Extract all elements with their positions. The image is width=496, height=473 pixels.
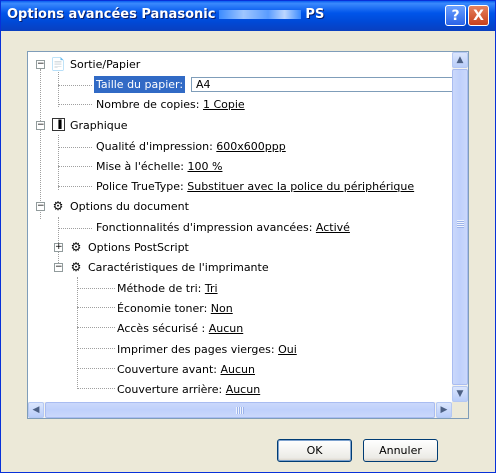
tree-node-sortie-papier[interactable]: − 📄 Sortie/Papier — [28, 56, 448, 73]
node-label: Caractéristiques de l'imprimante — [88, 261, 269, 274]
collapse-icon[interactable]: − — [36, 202, 45, 211]
item-label: Couverture avant: Aucun — [117, 363, 256, 376]
options-tree[interactable]: − 📄 Sortie/Papier Taille du papier: A4 N… — [28, 52, 452, 402]
item-label: Mise à l'échelle: 100 % — [96, 160, 223, 173]
advanced-features-value-link[interactable]: Activé — [316, 221, 350, 234]
tree-node-caracteristiques[interactable]: − ⚙ Caractéristiques de l'imprimante — [28, 259, 448, 276]
horizontal-scroll-thumb[interactable] — [45, 402, 435, 418]
item-label: Nombre de copies: 1 Copie — [96, 98, 245, 111]
cancel-button[interactable]: Annuler — [363, 439, 438, 462]
node-label: Sortie/Papier — [70, 58, 141, 71]
item-label: Police TrueType: Substituer avec la poli… — [96, 180, 415, 193]
expand-icon[interactable]: + — [54, 243, 63, 252]
scale-value-link[interactable]: 100 % — [188, 160, 223, 173]
item-label: Fonctionnalités d'impression avancées: A… — [96, 221, 350, 234]
scroll-up-icon[interactable]: ▲ — [452, 52, 468, 68]
help-button[interactable]: ? — [445, 5, 466, 26]
scroll-right-icon[interactable]: ▶ — [436, 402, 452, 418]
options-tree-panel: − 📄 Sortie/Papier Taille du papier: A4 N… — [27, 51, 469, 419]
document-options-icon: ⚙ — [52, 199, 64, 213]
item-label: Qualité d'impression: 600x600ppp — [96, 140, 286, 153]
secure-access-value-link[interactable]: Aucun — [209, 322, 244, 335]
scroll-down-icon[interactable]: ▼ — [452, 386, 468, 402]
collate-value-link[interactable]: Tri — [205, 282, 218, 295]
title-bar: Options avancées Panasonic PS ? X — [1, 1, 495, 31]
toner-save-value-link[interactable]: Non — [211, 302, 233, 315]
scrollbar-corner — [452, 402, 468, 418]
collapse-icon[interactable]: − — [54, 263, 63, 272]
collapse-icon[interactable]: − — [36, 121, 45, 130]
item-label: Accès sécurisé : Aucun — [117, 322, 244, 335]
node-label: Graphique — [70, 119, 128, 132]
advanced-options-dialog: Options avancées Panasonic PS ? X − 📄 So… — [0, 0, 496, 473]
redacted-model-name — [219, 10, 302, 19]
vertical-scroll-thumb[interactable] — [452, 69, 468, 385]
printer-features-icon: ⚙ — [70, 260, 82, 274]
node-label: Options PostScript — [88, 241, 189, 254]
tree-node-graphique[interactable]: − ▐ Graphique — [28, 117, 448, 134]
horizontal-scrollbar[interactable]: ◀ ▶ — [28, 402, 452, 418]
front-cover-value-link[interactable]: Aucun — [221, 363, 256, 376]
blank-pages-value-link[interactable]: Oui — [278, 343, 297, 356]
tree-item-taille-papier[interactable]: Taille du papier: A4 — [28, 76, 452, 93]
title-text-end: PS — [305, 7, 325, 22]
item-label: Taille du papier: — [94, 76, 186, 93]
ok-button[interactable]: OK — [277, 439, 352, 462]
window-title: Options avancées Panasonic PS — [7, 7, 324, 22]
tree-node-options-document[interactable]: − ⚙ Options du document — [28, 198, 448, 215]
copies-value-link[interactable]: 1 Copie — [203, 98, 245, 111]
scroll-left-icon[interactable]: ◀ — [28, 402, 44, 418]
paper-size-field[interactable]: A4 — [191, 77, 452, 92]
item-label: Couverture arrière: Aucun — [117, 383, 261, 396]
item-label: Imprimer des pages vierges: Oui — [117, 343, 297, 356]
graphics-icon: ▐ — [52, 118, 65, 131]
item-label: Économie toner: Non — [117, 302, 233, 315]
collapse-icon[interactable]: − — [36, 60, 45, 69]
tree-node-postscript[interactable]: + ⚙ Options PostScript — [28, 239, 448, 256]
title-text-start: Options avancées Panasonic — [7, 7, 216, 22]
back-cover-value-link[interactable]: Aucun — [226, 383, 261, 396]
item-label: Méthode de tri: Tri — [117, 282, 218, 295]
node-label: Options du document — [70, 200, 189, 213]
truetype-value-link[interactable]: Substituer avec la police du périphériqu… — [187, 180, 414, 193]
paper-output-icon: 📄 — [50, 57, 66, 71]
close-button[interactable]: X — [468, 5, 489, 26]
postscript-options-icon: ⚙ — [70, 240, 82, 254]
vertical-scrollbar[interactable]: ▲ ▼ — [452, 52, 468, 402]
quality-value-link[interactable]: 600x600ppp — [216, 140, 285, 153]
